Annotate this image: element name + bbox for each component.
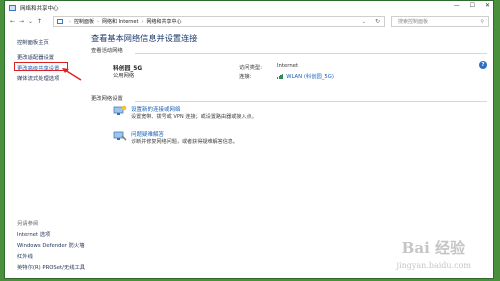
watermark-logo: Bai 经验 <box>401 239 465 257</box>
minimize-button[interactable]: — <box>454 2 460 9</box>
network-app-icon <box>9 4 16 11</box>
address-box[interactable]: › 控制面板 › 网络和 Internet › 网络和共享中心 ⌄ ↻ <box>53 16 385 27</box>
see-also-proset-wireless[interactable]: 英特尔(R) PROSet/无线工具 <box>17 263 85 271</box>
new-connection-icon <box>113 105 127 115</box>
troubleshoot-desc: 诊断并修复网络问题，或者获得疑难解答信息。 <box>131 139 238 145</box>
section-divider <box>135 53 487 54</box>
access-type-value: Internet <box>277 63 299 69</box>
network-sharing-center-window: 网络和共享中心 — ☐ ✕ ← → ⌄ ↑ › 控制面板 › 网络和 Inter… <box>4 0 494 279</box>
back-button[interactable]: ← <box>8 18 17 25</box>
search-placeholder: 搜索控制面板 <box>398 19 429 25</box>
see-also-defender-firewall[interactable]: Windows Defender 防火墙 <box>17 241 85 249</box>
maximize-button[interactable]: ☐ <box>470 2 475 9</box>
search-icon: ⚲ <box>480 18 484 25</box>
help-icon[interactable]: ? <box>479 61 487 69</box>
window-controls: — ☐ ✕ <box>454 2 490 9</box>
window-title: 网络和共享中心 <box>20 5 59 12</box>
sidebar-link-control-panel-home[interactable]: 控制面板主页 <box>17 38 49 46</box>
close-button[interactable]: ✕ <box>485 2 490 9</box>
breadcrumb-network-sharing-center[interactable]: 网络和共享中心 <box>146 18 181 25</box>
search-input[interactable]: 搜索控制面板 ⚲ <box>391 16 489 27</box>
breadcrumb-separator: › <box>141 18 144 25</box>
refresh-icon[interactable]: ↻ <box>375 18 380 25</box>
red-arrow-icon <box>62 68 82 81</box>
recent-locations-button[interactable]: ⌄ <box>26 18 35 25</box>
setup-new-connection-link[interactable]: 设置新的连接或网络 <box>131 105 181 113</box>
page-title: 查看基本网络信息并设置连接 <box>91 33 198 43</box>
sidebar: 控制面板主页 更改适配器设置 更改高级共享设置 媒体流式处理选项 另请参阅 In… <box>5 29 87 280</box>
network-type-link[interactable]: 公用网络 <box>113 71 134 79</box>
breadcrumb-separator: › <box>69 18 71 25</box>
troubleshoot-link[interactable]: 问题疑难解答 <box>131 130 164 138</box>
active-networks-heading: 查看活动网络 <box>91 48 123 54</box>
section-divider <box>135 101 487 102</box>
access-type-label: 访问类型: <box>239 65 262 71</box>
highlight-box <box>14 62 68 71</box>
breadcrumb-separator: › <box>97 18 100 25</box>
setup-new-connection-desc: 设置宽带、拨号或 VPN 连接；或设置路由器或接入点。 <box>131 114 257 120</box>
sidebar-link-adapter-settings[interactable]: 更改适配器设置 <box>17 53 54 61</box>
address-bar-row: ← → ⌄ ↑ › 控制面板 › 网络和 Internet › 网络和共享中心 … <box>5 15 493 28</box>
sidebar-link-media-streaming[interactable]: 媒体流式处理选项 <box>17 74 59 82</box>
connection-link[interactable]: WLAN (科创园_5G) <box>277 72 334 80</box>
up-button[interactable]: ↑ <box>35 18 44 25</box>
address-dropdown-icon[interactable]: ⌄ <box>362 19 366 25</box>
see-also-infrared[interactable]: 红外线 <box>17 252 33 260</box>
breadcrumb-network-internet[interactable]: 网络和 Internet <box>102 18 138 25</box>
breadcrumb-control-panel[interactable]: 控制面板 <box>74 18 94 25</box>
control-panel-icon <box>57 19 63 24</box>
see-also-heading: 另请参阅 <box>17 221 39 227</box>
wifi-signal-icon <box>277 73 284 79</box>
connections-label: 连接: <box>239 74 252 80</box>
change-settings-heading: 更改网络设置 <box>91 96 123 102</box>
forward-button[interactable]: → <box>17 18 26 25</box>
troubleshoot-icon <box>113 131 127 141</box>
title-bar: 网络和共享中心 — ☐ ✕ <box>5 1 493 14</box>
watermark-url: jingyan.baidu.com <box>396 261 471 270</box>
see-also-internet-options[interactable]: Internet 选项 <box>17 230 50 238</box>
connection-name: WLAN (科创园_5G) <box>286 74 334 80</box>
